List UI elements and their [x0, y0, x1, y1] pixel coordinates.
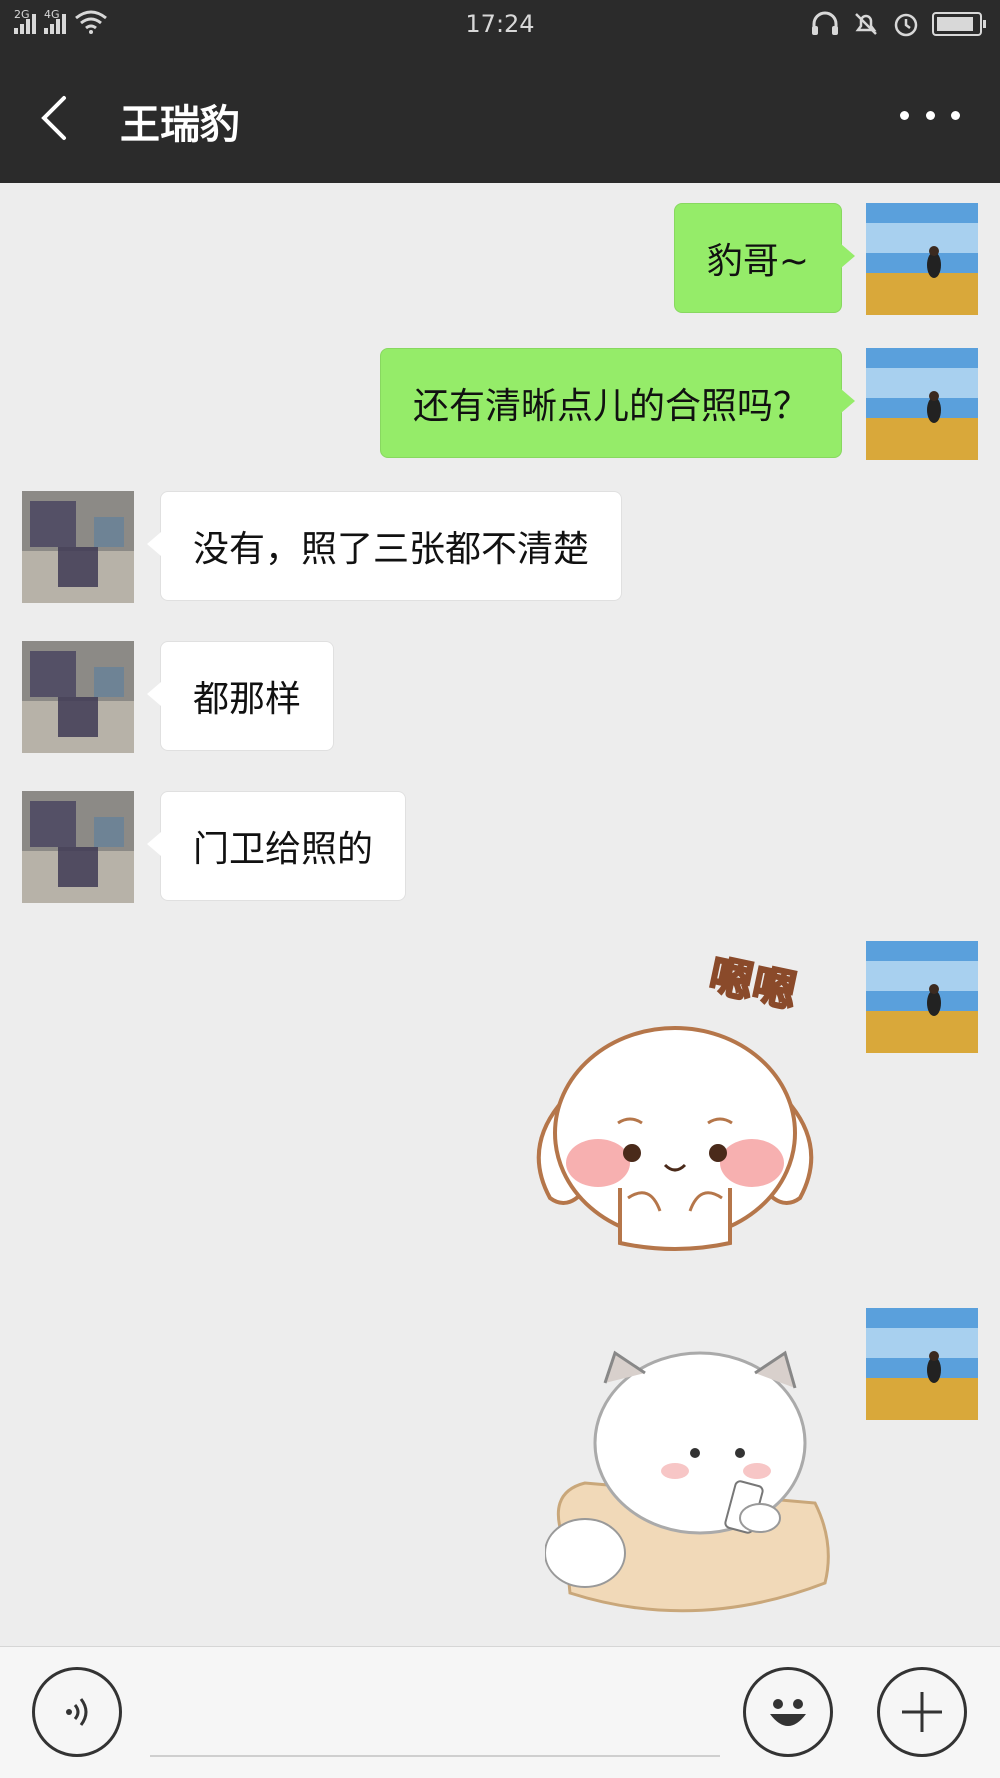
chevron-left-icon — [41, 96, 66, 140]
sticker-message[interactable] — [544, 1343, 845, 1633]
contact-avatar[interactable] — [22, 491, 134, 603]
more-icon-dot — [925, 110, 935, 120]
chat-title: 王瑞豹 — [120, 102, 240, 148]
battery-icon — [932, 12, 986, 36]
cat-sticker-image — [544, 1350, 830, 1613]
avatar-image — [22, 491, 134, 603]
avatar-image — [866, 941, 978, 1053]
message-list[interactable]: 豹哥~ 还有清晰点儿的合照吗？ 没有，照了三张都不清楚 都那样 门卫给照的 嗯嗯 — [0, 183, 1000, 1646]
voice-button[interactable] — [32, 1667, 122, 1757]
message-bubble-outgoing[interactable]: 还有清晰点儿的合照吗？ — [379, 348, 856, 458]
my-avatar[interactable] — [866, 203, 978, 315]
contact-avatar[interactable] — [22, 791, 134, 903]
message-bubble-incoming[interactable]: 门卫给照的 — [146, 791, 407, 901]
plus-icon — [902, 1692, 942, 1732]
avatar-image — [866, 203, 978, 315]
sticker-message[interactable]: 嗯嗯 — [510, 943, 840, 1263]
plus-button[interactable] — [877, 1667, 967, 1757]
voice-icon — [66, 1698, 88, 1726]
avatar-image — [866, 1308, 978, 1420]
headset-icon — [812, 11, 838, 35]
avatar-image — [22, 791, 134, 903]
status-right-icons — [810, 10, 986, 38]
my-avatar[interactable] — [866, 941, 978, 1053]
bell-muted-icon — [855, 13, 877, 35]
message-bubble-incoming[interactable]: 都那样 — [146, 641, 335, 751]
input-bar — [0, 1646, 1000, 1778]
chat-header: 王瑞豹 — [0, 50, 1000, 183]
more-button[interactable] — [900, 100, 960, 130]
message-input[interactable] — [150, 1755, 720, 1757]
more-icon-dot — [900, 110, 909, 120]
my-avatar[interactable] — [866, 1308, 978, 1420]
avatar-image — [22, 641, 134, 753]
message-bubble-incoming[interactable]: 没有，照了三张都不清楚 — [146, 491, 623, 601]
more-icon-dot — [951, 110, 960, 120]
contact-avatar[interactable] — [22, 641, 134, 753]
message-bubble-outgoing[interactable]: 豹哥~ — [673, 203, 856, 313]
status-bar: 2G 4G 17:24 — [0, 0, 1000, 50]
back-button[interactable] — [28, 88, 88, 148]
emoji-button[interactable] — [743, 1667, 833, 1757]
battery-fill — [937, 17, 973, 31]
avatar-image — [866, 348, 978, 460]
emoji-icon — [770, 1699, 806, 1726]
my-avatar[interactable] — [866, 348, 978, 460]
alarm-icon — [894, 13, 918, 37]
